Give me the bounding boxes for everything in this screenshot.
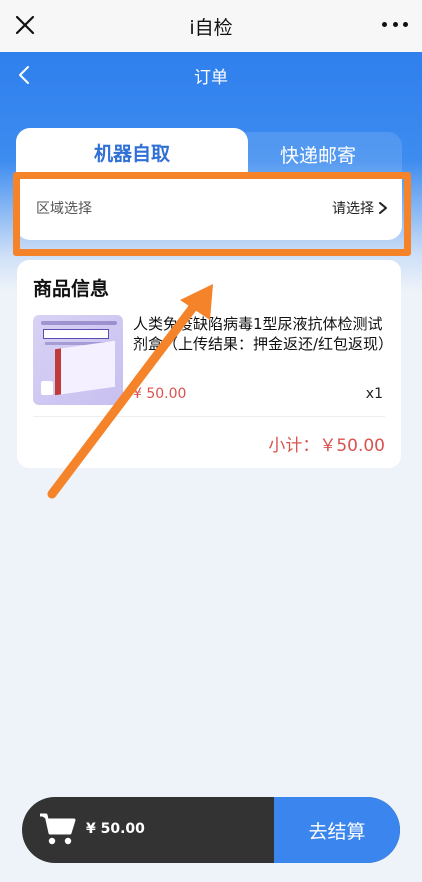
goods-info-card: 商品信息 人类免疫缺陷病毒1型尿液抗体检测试剂盒（上传结果：押金返还/红包返现）… <box>17 260 401 468</box>
goods-section-title: 商品信息 <box>33 278 110 300</box>
checkout-bar: ¥ 50.00 去结算 <box>22 797 400 863</box>
tab-machine-pickup[interactable]: 机器自取 <box>16 128 248 176</box>
more-icon[interactable] <box>382 14 408 34</box>
tab-express-mail[interactable]: 快递邮寄 <box>234 132 402 176</box>
subtotal: 小计：￥50.00 <box>268 436 385 456</box>
total-price: ¥ 50.00 <box>86 821 145 837</box>
product-name: 人类免疫缺陷病毒1型尿液抗体检测试剂盒（上传结果：押金返还/红包返现） <box>133 315 394 353</box>
app-topbar: i自检 <box>0 0 422 52</box>
product-image <box>33 315 123 405</box>
checkout-button[interactable]: 去结算 <box>274 797 400 863</box>
product-quantity: x1 <box>365 386 383 402</box>
delivery-tabs: 快递邮寄 机器自取 <box>16 128 402 176</box>
close-icon[interactable] <box>12 12 38 38</box>
highlight-box <box>13 172 411 256</box>
cart-icon[interactable] <box>38 811 78 847</box>
back-chevron-icon[interactable] <box>14 64 36 86</box>
page-title: 订单 <box>194 67 228 88</box>
app-title: i自检 <box>189 16 233 39</box>
divider <box>33 416 385 417</box>
page-navbar: 订单 <box>0 52 422 98</box>
product-price: ¥ 50.00 <box>133 386 187 402</box>
